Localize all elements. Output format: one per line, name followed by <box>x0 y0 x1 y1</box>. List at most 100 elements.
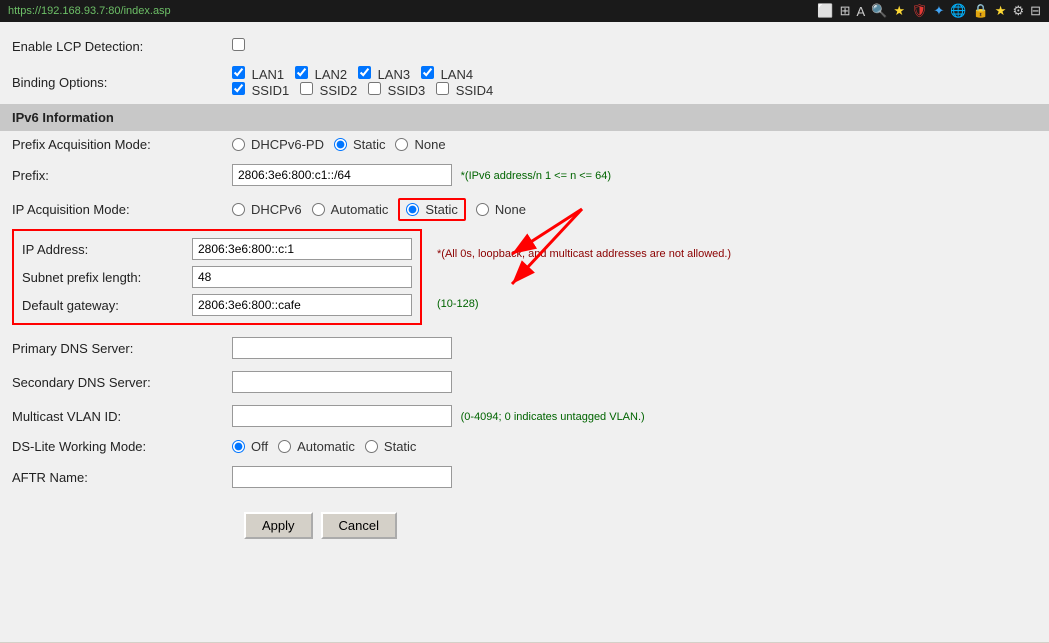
lan1-label[interactable]: LAN1 <box>232 67 284 82</box>
prefix-mode-value: DHCPv6-PD Static None <box>220 131 1049 158</box>
prefix-mode-row: Prefix Acquisition Mode: DHCPv6-PD Stati… <box>0 131 1049 158</box>
ip-address-label: IP Address: <box>22 242 192 257</box>
ds-lite-options: Off Automatic Static <box>232 439 1037 454</box>
content-area: Enable LCP Detection: Binding Options: L… <box>0 22 1049 642</box>
binding-row2: SSID1 SSID2 SSID3 SSID4 <box>232 82 1037 98</box>
ds-lite-automatic-radio[interactable] <box>278 440 291 453</box>
form-table: Enable LCP Detection: Binding Options: L… <box>0 32 1049 557</box>
primary-dns-value <box>220 331 1049 365</box>
hints-column: *(All 0s, loopback, and multicast addres… <box>432 229 731 329</box>
ip-dhcpv6-radio[interactable] <box>232 203 245 216</box>
multicast-vlan-input[interactable] <box>232 405 452 427</box>
icon-translate[interactable]: 🌐 <box>950 3 966 19</box>
icon-star[interactable]: ★ <box>893 3 905 19</box>
ip-automatic-label[interactable]: Automatic <box>312 202 389 217</box>
browser-bar: https://192.168.93.7:80/index.asp ⬜ ⊞ A … <box>0 0 1049 22</box>
prefix-dhcpv6pd-radio[interactable] <box>232 138 245 151</box>
ds-lite-off-label[interactable]: Off <box>232 439 268 454</box>
prefix-row: Prefix: *(IPv6 address/n 1 <= n <= 64) <box>0 158 1049 192</box>
icon-tab[interactable]: ⬜ <box>817 3 833 19</box>
subnet-input[interactable] <box>192 266 412 288</box>
aftr-name-row: AFTR Name: <box>0 460 1049 494</box>
prefix-static-radio[interactable] <box>334 138 347 151</box>
lan4-checkbox[interactable] <box>421 66 434 79</box>
ssid4-checkbox[interactable] <box>436 82 449 95</box>
ssid4-label[interactable]: SSID4 <box>436 83 493 98</box>
lan3-checkbox[interactable] <box>358 66 371 79</box>
prefix-none-label[interactable]: None <box>395 137 445 152</box>
ds-lite-off-radio[interactable] <box>232 440 245 453</box>
lan4-label[interactable]: LAN4 <box>421 67 473 82</box>
ip-acquisition-options: DHCPv6 Automatic Static <box>232 198 1037 221</box>
gateway-label: Default gateway: <box>22 298 192 313</box>
ip-address-hint: *(All 0s, loopback, and multicast addres… <box>437 248 731 260</box>
icon-search[interactable]: 🔍 <box>871 3 887 19</box>
secondary-dns-input[interactable] <box>232 371 452 393</box>
ssid3-label[interactable]: SSID3 <box>368 83 425 98</box>
aftr-name-value <box>220 460 1049 494</box>
enable-lcp-checkbox[interactable] <box>232 38 245 51</box>
ip-fields-box: IP Address: Subnet prefix length: <box>12 229 422 325</box>
primary-dns-input[interactable] <box>232 337 452 359</box>
lan2-label[interactable]: LAN2 <box>295 67 347 82</box>
apply-button[interactable]: Apply <box>244 512 313 539</box>
ds-lite-value: Off Automatic Static <box>220 433 1049 460</box>
icon-extension[interactable]: ⚙ <box>1012 3 1024 19</box>
ip-none-label[interactable]: None <box>476 202 526 217</box>
aftr-name-input[interactable] <box>232 466 452 488</box>
prefix-label: Prefix: <box>0 158 220 192</box>
lan1-checkbox[interactable] <box>232 66 245 79</box>
lan2-checkbox[interactable] <box>295 66 308 79</box>
ip-acquisition-row: IP Acquisition Mode: DHCPv6 Automatic <box>0 192 1049 227</box>
icon-star2[interactable]: ★ <box>995 3 1007 19</box>
multicast-vlan-hint: (0-4094; 0 indicates untagged VLAN.) <box>461 411 645 423</box>
ssid1-checkbox[interactable] <box>232 82 245 95</box>
cancel-button[interactable]: Cancel <box>321 512 397 539</box>
ip-static-radio[interactable] <box>406 203 419 216</box>
ssid1-label[interactable]: SSID1 <box>232 83 289 98</box>
multicast-vlan-value: (0-4094; 0 indicates untagged VLAN.) <box>220 399 1049 433</box>
button-row: Apply Cancel <box>0 494 1049 557</box>
prefix-input[interactable] <box>232 164 452 186</box>
icon-gear-blue[interactable]: ✦ <box>934 3 945 19</box>
subnet-label: Subnet prefix length: <box>22 270 192 285</box>
ipv6-section-header: IPv6 Information <box>0 104 1049 131</box>
ds-lite-row: DS-Lite Working Mode: Off Automatic Stat… <box>0 433 1049 460</box>
ssid2-label[interactable]: SSID2 <box>300 83 357 98</box>
subnet-row: Subnet prefix length: <box>22 263 412 291</box>
lan3-label[interactable]: LAN3 <box>358 67 410 82</box>
ip-static-label[interactable]: Static <box>406 202 458 217</box>
icon-text[interactable]: A <box>856 4 865 19</box>
icon-shield-red[interactable]: 🛡 <box>911 3 928 19</box>
ssid3-checkbox[interactable] <box>368 82 381 95</box>
subnet-hint: (10-128) <box>437 298 731 310</box>
ip-static-highlighted: Static <box>398 198 466 221</box>
ip-automatic-radio[interactable] <box>312 203 325 216</box>
icon-close[interactable]: ⊟ <box>1030 3 1041 19</box>
ip-fields-cell: IP Address: Subnet prefix length: <box>0 227 1049 331</box>
ds-lite-static-radio[interactable] <box>365 440 378 453</box>
prefix-hint: *(IPv6 address/n 1 <= n <= 64) <box>461 170 611 182</box>
secondary-dns-row: Secondary DNS Server: <box>0 365 1049 399</box>
enable-lcp-row: Enable LCP Detection: <box>0 32 1049 60</box>
ds-lite-static-label[interactable]: Static <box>365 439 417 454</box>
ip-address-input[interactable] <box>192 238 412 260</box>
gateway-input[interactable] <box>192 294 412 316</box>
secondary-dns-value <box>220 365 1049 399</box>
ip-acquisition-value: DHCPv6 Automatic Static <box>220 192 1049 227</box>
prefix-none-radio[interactable] <box>395 138 408 151</box>
ip-none-radio[interactable] <box>476 203 489 216</box>
icon-lock-orange[interactable]: 🔒 <box>973 3 989 19</box>
ds-lite-automatic-label[interactable]: Automatic <box>278 439 355 454</box>
binding-options-label: Binding Options: <box>0 60 220 104</box>
icon-grid[interactable]: ⊞ <box>840 3 851 19</box>
ip-fields-row: IP Address: Subnet prefix length: <box>0 227 1049 331</box>
prefix-dhcpv6pd-label[interactable]: DHCPv6-PD <box>232 137 324 152</box>
prefix-static-label[interactable]: Static <box>334 137 386 152</box>
prefix-mode-options: DHCPv6-PD Static None <box>232 137 1037 152</box>
ssid2-checkbox[interactable] <box>300 82 313 95</box>
ip-address-row: IP Address: <box>22 235 412 263</box>
gateway-row: Default gateway: <box>22 291 412 319</box>
url-bar[interactable]: https://192.168.93.7:80/index.asp <box>8 5 171 17</box>
ip-dhcpv6-label[interactable]: DHCPv6 <box>232 202 302 217</box>
